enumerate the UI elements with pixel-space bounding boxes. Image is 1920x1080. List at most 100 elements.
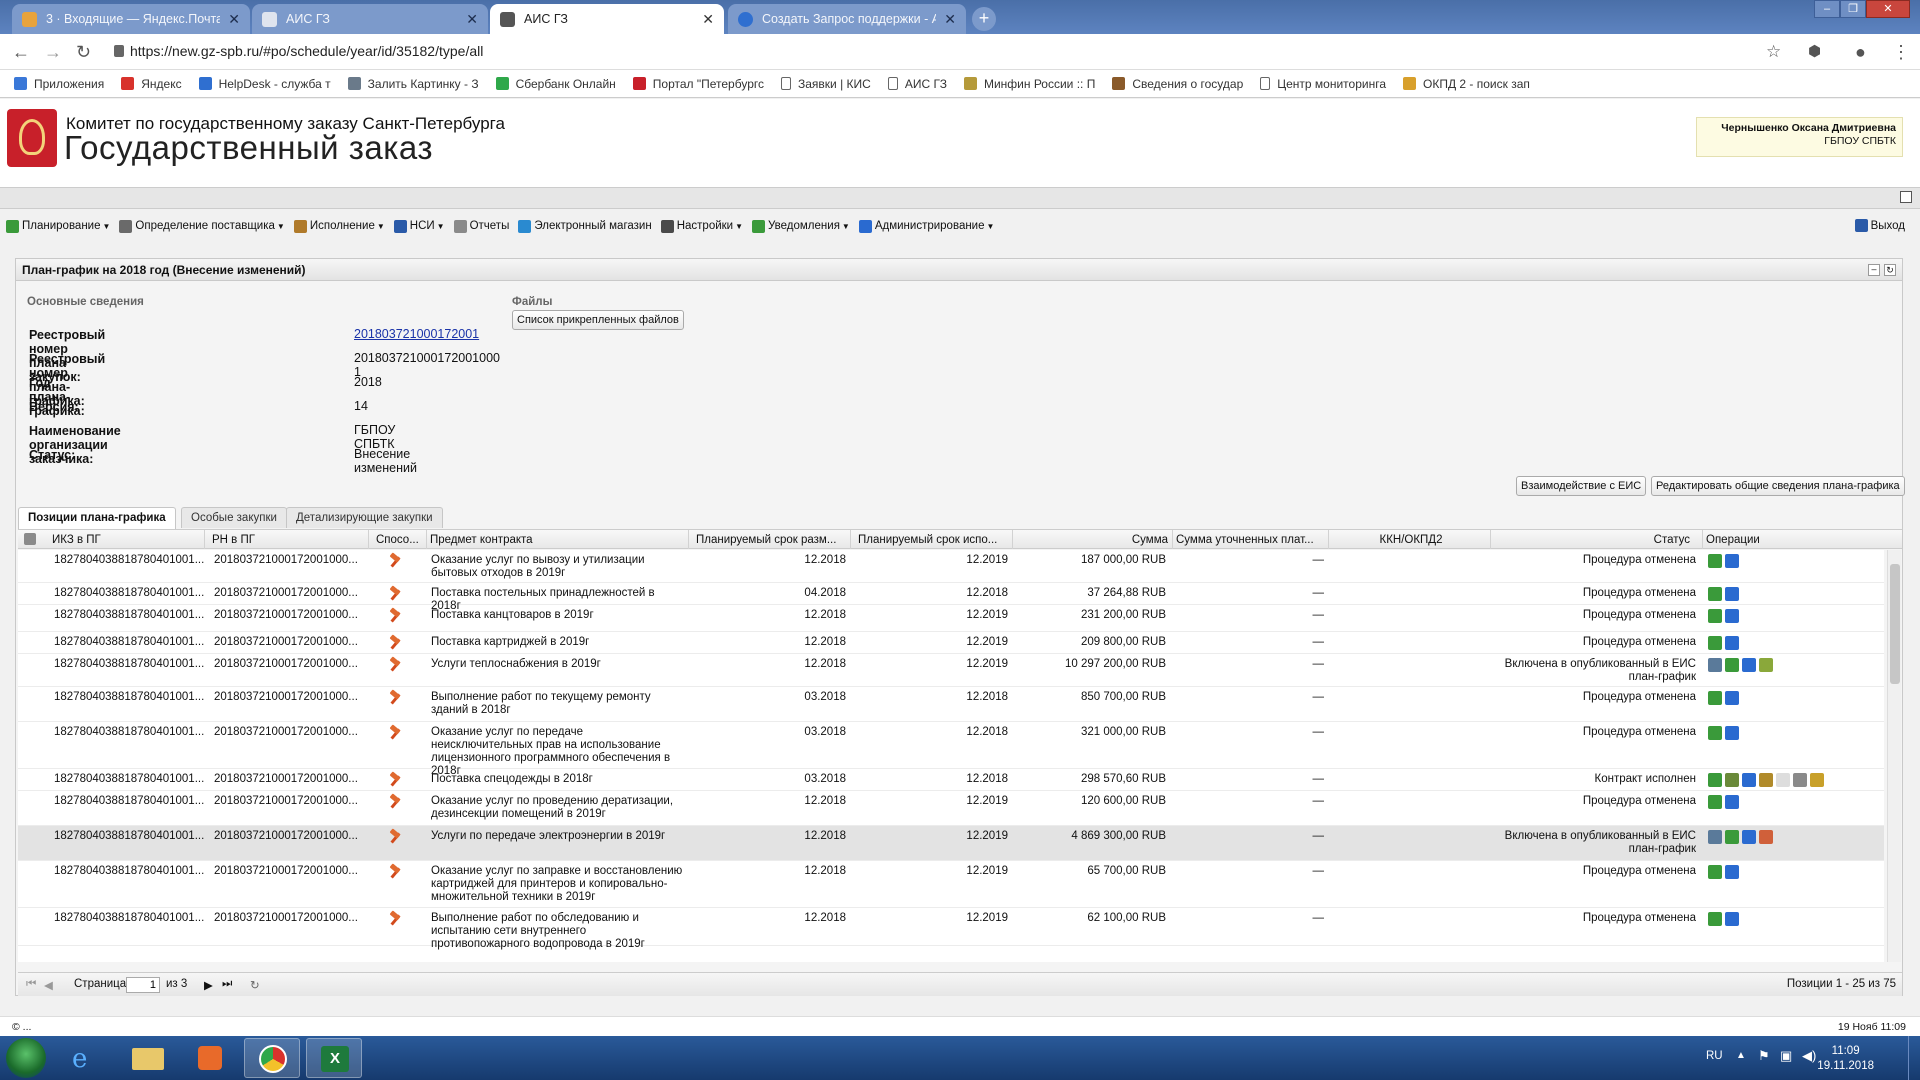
- table-row[interactable]: 1827804038818780401001... 201803721000172…: [18, 722, 1884, 777]
- table-row[interactable]: 1827804038818780401001... 201803721000172…: [18, 632, 1884, 654]
- bookmark-item[interactable]: АИС ГЗ: [887, 77, 947, 91]
- reload-icon[interactable]: ↻: [76, 42, 91, 63]
- eis-interaction-button[interactable]: Взаимодействие с ЕИС: [1516, 476, 1647, 496]
- network-icon[interactable]: ▣: [1780, 1048, 1792, 1064]
- clock[interactable]: 11:09 19.11.2018: [1817, 1044, 1874, 1074]
- column-header[interactable]: Планируемый срок разм...: [696, 534, 846, 546]
- column-header[interactable]: ИКЗ в ПГ: [52, 534, 172, 546]
- menu-item[interactable]: Планирование ▼: [6, 219, 110, 233]
- prev-page-icon[interactable]: ◀: [44, 978, 53, 992]
- column-header[interactable]: Планируемый срок испо...: [858, 534, 1008, 546]
- menu-item[interactable]: Уведомления ▼: [752, 219, 850, 233]
- star-icon[interactable]: ☆: [1766, 42, 1781, 62]
- table-row[interactable]: 1827804038818780401001... 201803721000172…: [18, 908, 1884, 950]
- column-divider[interactable]: [1328, 530, 1329, 549]
- operation-icon[interactable]: [1708, 554, 1722, 568]
- url-field[interactable]: https://new.gz-spb.ru/#po/schedule/year/…: [130, 43, 483, 59]
- column-header[interactable]: РН в ПГ: [212, 534, 332, 546]
- menu-item[interactable]: Определение поставщика ▼: [119, 219, 285, 233]
- tab-detailed-purchases[interactable]: Детализирующие закупки: [286, 507, 443, 528]
- forward-arrow-icon[interactable]: →: [44, 42, 62, 63]
- operation-icon[interactable]: [1725, 609, 1739, 623]
- excel-taskbar-icon[interactable]: X: [306, 1038, 362, 1078]
- bookmark-item[interactable]: ОКПД 2 - поиск зап: [1403, 77, 1530, 91]
- table-row[interactable]: 1827804038818780401001... 201803721000172…: [18, 791, 1884, 826]
- close-icon[interactable]: ✕: [702, 11, 714, 28]
- language-indicator[interactable]: RU: [1706, 1050, 1723, 1062]
- column-header[interactable]: Операции: [1706, 534, 1826, 546]
- browser-tab-ais-1[interactable]: АИС ГЗ ✕: [252, 4, 488, 34]
- table-row[interactable]: 1827804038818780401001... 201803721000172…: [18, 605, 1884, 632]
- menu-item[interactable]: Отчеты: [453, 219, 509, 233]
- menu-item[interactable]: Исполнение ▼: [293, 219, 385, 233]
- operation-icon[interactable]: [1708, 691, 1722, 705]
- bookmark-item[interactable]: Сведения о государ: [1112, 77, 1243, 91]
- column-header[interactable]: Сумма: [1018, 534, 1168, 546]
- column-header[interactable]: Статус: [1496, 534, 1690, 546]
- operation-icon[interactable]: [1793, 773, 1807, 787]
- browser-tab-mail[interactable]: 3 · Входящие — Яндекс.Почта ✕: [12, 4, 250, 34]
- new-tab-button[interactable]: +: [972, 7, 996, 31]
- column-divider[interactable]: [850, 530, 851, 549]
- ie-taskbar-icon[interactable]: e: [58, 1038, 114, 1078]
- chrome-taskbar-icon[interactable]: [244, 1038, 300, 1078]
- minimize-window-button[interactable]: –: [1814, 0, 1840, 18]
- column-divider[interactable]: [688, 530, 689, 549]
- volume-icon[interactable]: ◀): [1802, 1048, 1816, 1064]
- flag-icon[interactable]: ⚑: [1758, 1048, 1770, 1064]
- close-icon[interactable]: ✕: [228, 11, 240, 28]
- operation-icon[interactable]: [1725, 554, 1739, 568]
- operation-icon[interactable]: [1708, 609, 1722, 623]
- menu-item[interactable]: Настройки ▼: [660, 219, 743, 233]
- back-arrow-icon[interactable]: ←: [12, 42, 30, 63]
- operation-icon[interactable]: [1759, 830, 1773, 844]
- column-divider[interactable]: [1012, 530, 1013, 549]
- operation-icon[interactable]: [1725, 865, 1739, 879]
- vertical-scrollbar[interactable]: [1887, 550, 1901, 962]
- operation-icon[interactable]: [1708, 636, 1722, 650]
- start-button[interactable]: [6, 1038, 46, 1078]
- column-divider[interactable]: [368, 530, 369, 549]
- table-row[interactable]: 1827804038818780401001... 201803721000172…: [18, 769, 1884, 791]
- menu-item[interactable]: Электронный магазин: [518, 219, 652, 233]
- last-page-icon[interactable]: ⏭: [222, 978, 232, 991]
- tab-special-purchases[interactable]: Особые закупки: [181, 507, 287, 528]
- column-divider[interactable]: [1702, 530, 1703, 549]
- close-icon[interactable]: ✕: [944, 11, 956, 28]
- operation-icon[interactable]: [1759, 658, 1773, 672]
- operation-icon[interactable]: [1725, 830, 1739, 844]
- operation-icon[interactable]: [1708, 658, 1722, 672]
- table-row[interactable]: 1827804038818780401001... 201803721000172…: [18, 550, 1884, 583]
- collapse-icon[interactable]: [1900, 191, 1912, 203]
- operation-icon[interactable]: [1708, 830, 1722, 844]
- attached-files-button[interactable]: Список прикрепленных файлов: [512, 310, 684, 330]
- operation-icon[interactable]: [1759, 773, 1773, 787]
- operation-icon[interactable]: [1776, 773, 1790, 787]
- bookmark-item[interactable]: Приложения: [14, 77, 104, 91]
- bookmark-item[interactable]: Портал "Петербургс: [632, 77, 764, 91]
- column-header[interactable]: Сумма уточненных плат...: [1176, 534, 1326, 546]
- operation-icon[interactable]: [1742, 830, 1756, 844]
- first-page-icon[interactable]: ⏮: [26, 978, 36, 991]
- refresh-icon[interactable]: ↻: [250, 978, 260, 992]
- edit-general-info-button[interactable]: Редактировать общие сведения плана-графи…: [1651, 476, 1905, 496]
- menu-item[interactable]: Администрирование ▼: [858, 219, 994, 233]
- operation-icon[interactable]: [1725, 773, 1739, 787]
- operation-icon[interactable]: [1725, 691, 1739, 705]
- table-row[interactable]: 1827804038818780401001... 201803721000172…: [18, 861, 1884, 908]
- bookmark-item[interactable]: Сбербанк Онлайн: [495, 77, 616, 91]
- operation-icon[interactable]: [1708, 587, 1722, 601]
- close-icon[interactable]: ✕: [466, 11, 478, 28]
- operation-icon[interactable]: [1725, 726, 1739, 740]
- table-row[interactable]: 1827804038818780401001... 201803721000172…: [18, 654, 1884, 687]
- refresh-panel-icon[interactable]: ↻: [1884, 264, 1896, 276]
- operation-icon[interactable]: [1725, 912, 1739, 926]
- profile-icon[interactable]: ●: [1855, 42, 1866, 63]
- column-divider[interactable]: [426, 530, 427, 549]
- maximize-window-button[interactable]: ❐: [1840, 0, 1866, 18]
- media-player-taskbar-icon[interactable]: [182, 1038, 238, 1078]
- menu-item[interactable]: НСИ ▼: [393, 219, 445, 233]
- operation-icon[interactable]: [1708, 912, 1722, 926]
- operation-icon[interactable]: [1725, 795, 1739, 809]
- column-divider[interactable]: [1490, 530, 1491, 549]
